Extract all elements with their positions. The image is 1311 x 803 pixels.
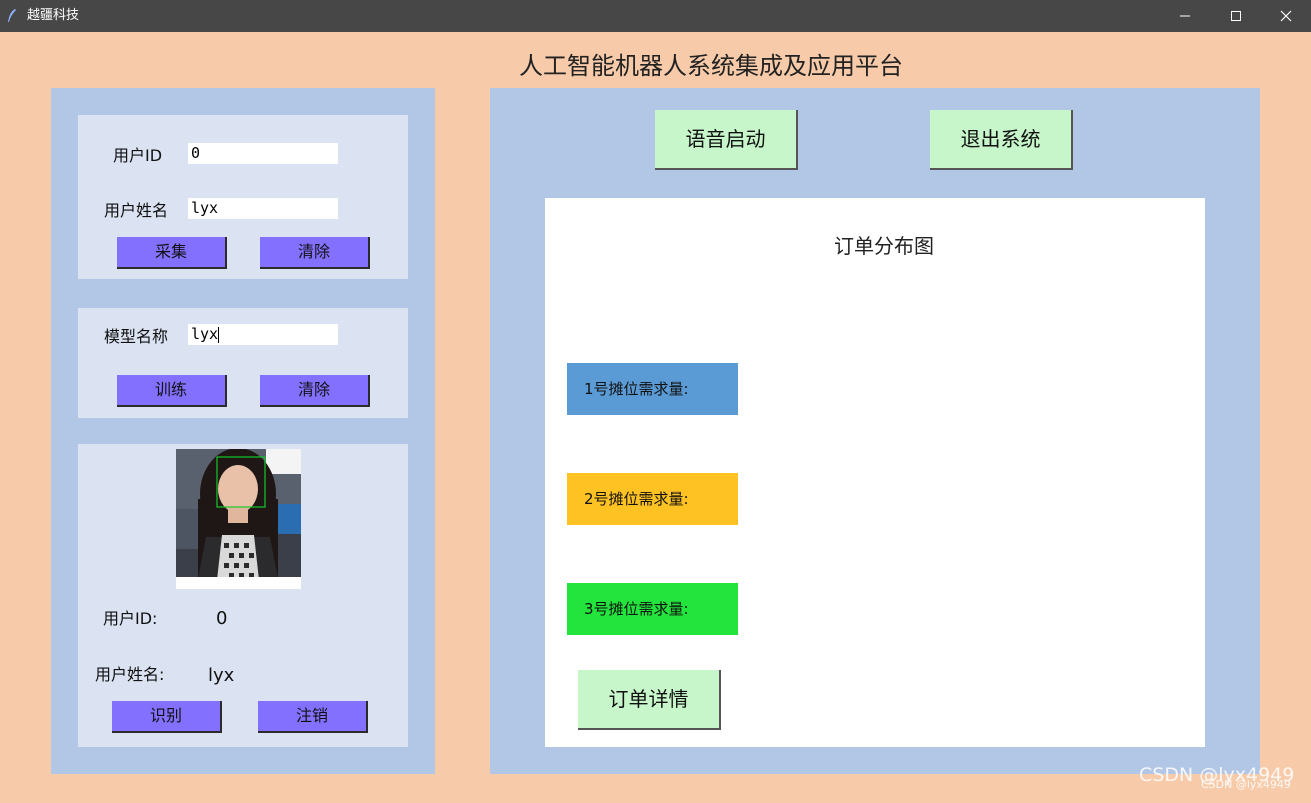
result-user-id-label: 用户ID: bbox=[103, 609, 158, 628]
model-name-value: lyx bbox=[191, 325, 219, 343]
minimize-icon bbox=[1180, 15, 1190, 17]
order-chart-title: 订单分布图 bbox=[834, 234, 934, 258]
stall-1-demand: 1号摊位需求量: bbox=[567, 363, 738, 415]
logout-button[interactable]: 注销 bbox=[258, 701, 368, 733]
result-user-id-value: 0 bbox=[216, 608, 228, 629]
maximize-button[interactable] bbox=[1211, 0, 1261, 32]
voice-start-button[interactable]: 语音启动 bbox=[655, 110, 798, 170]
feather-icon bbox=[8, 9, 16, 22]
user-name-label: 用户姓名 bbox=[104, 201, 169, 220]
recognize-button[interactable]: 识别 bbox=[112, 701, 222, 733]
close-icon bbox=[1280, 10, 1292, 22]
result-user-name-value: lyx bbox=[208, 665, 235, 686]
title-bar: 越疆科技 bbox=[0, 0, 1311, 32]
app-title: 人工智能机器人系统集成及应用平台 bbox=[519, 52, 903, 80]
window-title: 越疆科技 bbox=[27, 8, 80, 23]
text-caret bbox=[218, 326, 220, 343]
model-name-field[interactable]: lyx bbox=[188, 324, 338, 345]
face-photo bbox=[176, 449, 301, 589]
user-id-label: 用户ID bbox=[113, 146, 163, 165]
minimize-button[interactable] bbox=[1160, 0, 1210, 32]
maximize-icon bbox=[1231, 11, 1241, 21]
clear-train-button[interactable]: 清除 bbox=[260, 375, 370, 407]
order-details-button[interactable]: 订单详情 bbox=[578, 670, 721, 730]
stall-3-demand: 3号摊位需求量: bbox=[567, 583, 738, 635]
result-user-name-label: 用户姓名: bbox=[95, 665, 165, 684]
camera-face-image bbox=[176, 449, 301, 589]
watermark-small: CSDN @lyx4949 bbox=[1201, 778, 1291, 791]
user-name-field[interactable]: lyx bbox=[188, 198, 338, 219]
close-button[interactable] bbox=[1261, 0, 1311, 32]
model-name-label: 模型名称 bbox=[104, 327, 169, 346]
exit-system-button[interactable]: 退出系统 bbox=[930, 110, 1073, 170]
train-button[interactable]: 训练 bbox=[117, 375, 227, 407]
clear-collect-button[interactable]: 清除 bbox=[260, 237, 370, 269]
collect-button[interactable]: 采集 bbox=[117, 237, 227, 269]
stall-2-demand: 2号摊位需求量: bbox=[567, 473, 738, 525]
user-id-field[interactable]: 0 bbox=[188, 143, 338, 164]
